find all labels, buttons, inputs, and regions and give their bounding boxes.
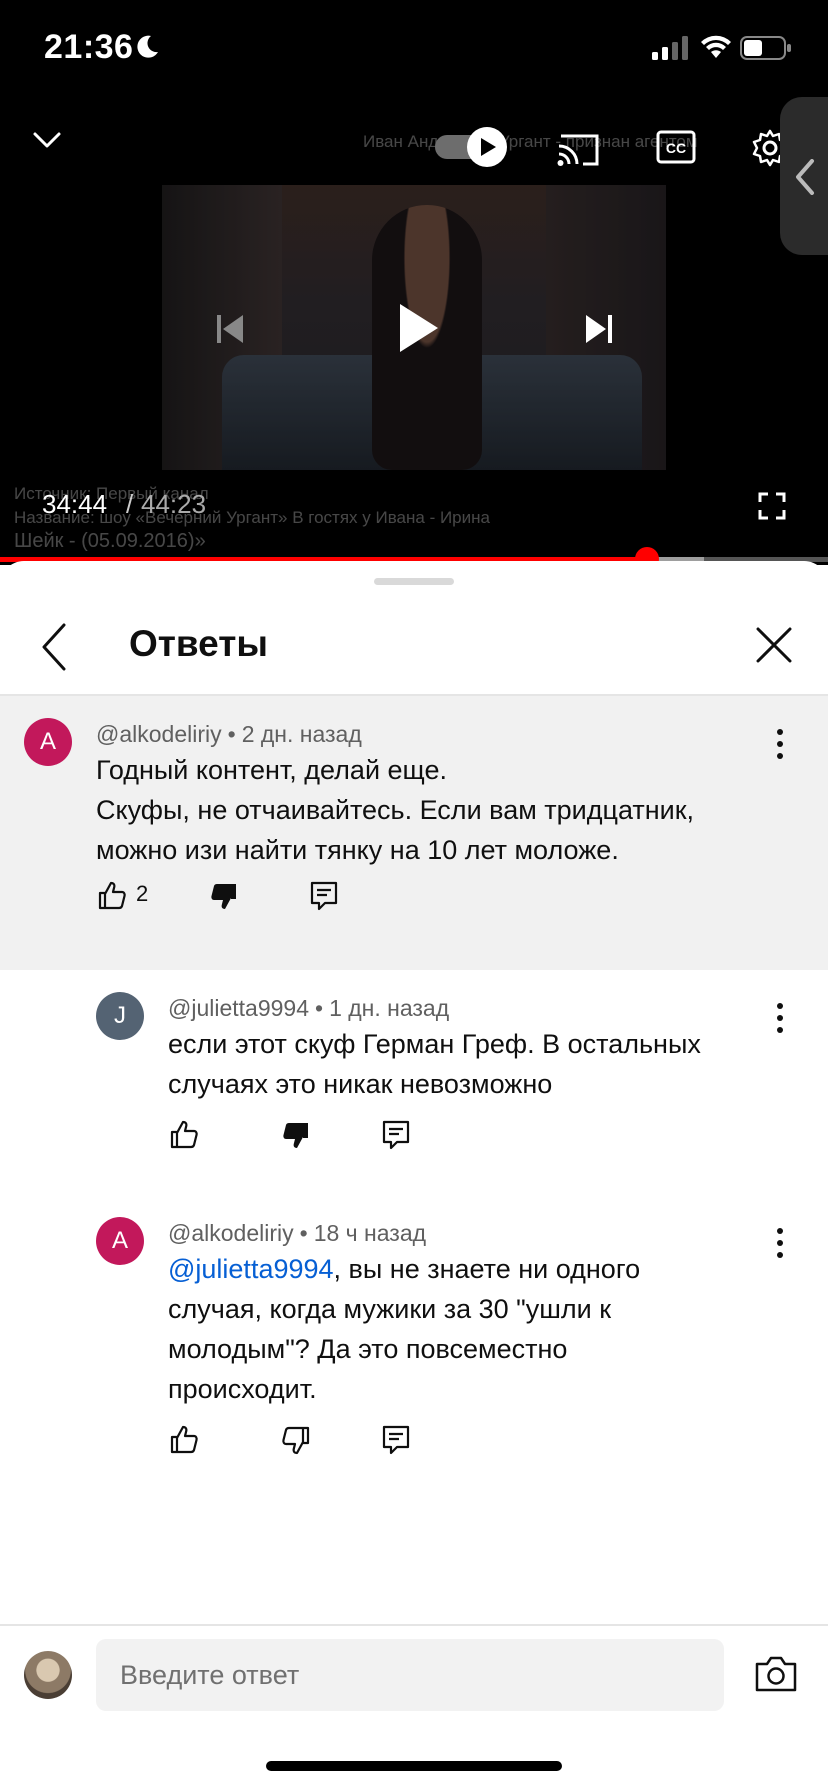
panel-header: Ответы [0, 601, 828, 693]
like-icon[interactable] [169, 1119, 199, 1149]
dislike-icon[interactable] [281, 1426, 311, 1456]
comment-author[interactable]: @alkodeliriy [96, 721, 222, 747]
next-video-icon[interactable] [584, 312, 614, 346]
comment-text: @julietta9994, вы не знаете ни одного сл… [168, 1254, 641, 1404]
mention-link[interactable]: @julietta9994 [168, 1254, 334, 1284]
chevron-left-icon [796, 159, 814, 195]
reply-input[interactable] [96, 1639, 724, 1711]
composer-divider [0, 1624, 828, 1626]
comment-author[interactable]: @julietta9994 [168, 995, 309, 1021]
back-arrow-icon[interactable] [34, 617, 78, 677]
comment-meta: @julietta9994 • 1 дн. назад [168, 995, 450, 1021]
comment-time: 18 ч назад [313, 1220, 427, 1246]
fullscreen-icon[interactable] [758, 492, 786, 520]
cast-icon[interactable] [557, 130, 601, 168]
total-time: 44:23 [141, 489, 207, 519]
side-panel-handle[interactable] [780, 97, 828, 255]
comment-meta: @alkodeliriy • 18 ч назад [168, 1220, 427, 1246]
more-options-icon[interactable] [768, 724, 792, 764]
avatar[interactable]: J [96, 992, 144, 1040]
reply-comment: A @alkodeliriy • 18 ч назад @julietta9994,… [0, 1195, 828, 1515]
battery-icon [740, 36, 791, 60]
current-user-avatar [24, 1651, 72, 1699]
svg-text:CC: CC [666, 140, 686, 156]
like-icon[interactable] [97, 880, 127, 910]
more-options-icon[interactable] [768, 998, 792, 1038]
dislike-icon[interactable] [209, 882, 239, 912]
current-time: 34:44 [42, 489, 108, 519]
source-overlay-line3: Шейк - (05.09.2016)» [14, 530, 206, 552]
comment-time: 1 дн. назад [329, 995, 450, 1021]
status-time: 21:36 [44, 28, 134, 66]
cellular-signal-icon [652, 36, 688, 60]
comment-text: Годный контент, делай еще. Скуфы, не отч… [96, 755, 695, 865]
camera-icon[interactable] [754, 1654, 798, 1694]
dislike-icon[interactable] [281, 1121, 311, 1151]
time-separator: / [126, 489, 134, 519]
parent-comment: A @alkodeliriy • 2 дн. назад Годный контен… [0, 696, 828, 970]
comment-text: если этот скуф Герман Греф. В остальных … [168, 1029, 701, 1099]
wifi-icon [701, 35, 731, 58]
status-bar: 21:36 [0, 0, 828, 100]
channel-overlay-text: Иван Андреевич Ургант - признан агентом [363, 132, 698, 151]
close-icon[interactable] [752, 623, 796, 667]
comment-meta: @alkodeliriy • 2 дн. назад [96, 721, 362, 747]
reply-icon[interactable] [381, 1119, 411, 1151]
moon-icon [137, 35, 158, 58]
like-count: 2 [136, 881, 149, 906]
reply-icon[interactable] [309, 880, 339, 912]
more-options-icon[interactable] [768, 1223, 792, 1263]
reply-comment: J @julietta9994 • 1 дн. назад если этот ск… [0, 970, 828, 1195]
comment-author[interactable]: @alkodeliriy [168, 1220, 294, 1246]
comment-time: 2 дн. назад [241, 721, 362, 747]
avatar[interactable]: A [24, 718, 72, 766]
like-icon[interactable] [169, 1424, 199, 1454]
play-icon[interactable] [398, 302, 440, 354]
video-player[interactable]: 21:36 Иван Андреевич Ургант - признан аг… [0, 0, 828, 565]
home-indicator [266, 1761, 562, 1771]
panel-grabber[interactable] [374, 578, 454, 585]
minimize-chevron-icon[interactable] [32, 130, 62, 150]
reply-icon[interactable] [381, 1424, 411, 1456]
replies-panel: Ответы A @alkodeliriy • 2 дн. назад Годный… [0, 561, 828, 1792]
panel-title: Ответы [129, 623, 268, 664]
previous-video-icon[interactable] [215, 312, 245, 346]
avatar[interactable]: A [96, 1217, 144, 1265]
autoplay-toggle[interactable] [433, 126, 509, 168]
captions-icon[interactable]: CC [656, 130, 696, 164]
